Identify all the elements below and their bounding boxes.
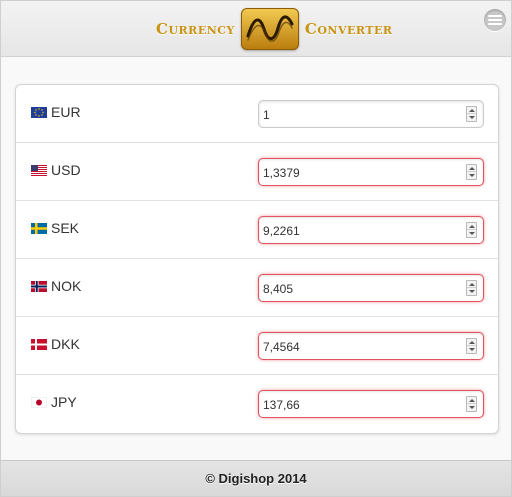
currency-code: USD — [51, 162, 81, 178]
currency-code: JPY — [51, 394, 77, 410]
stepper-down-icon[interactable] — [467, 404, 476, 411]
us-flag-icon — [31, 164, 47, 176]
stepper-down-icon[interactable] — [467, 230, 476, 237]
amount-field-container — [258, 158, 484, 186]
currency-list: EUR USD — [15, 84, 499, 434]
wave-logo-icon — [240, 8, 299, 50]
stepper-down-icon[interactable] — [467, 346, 476, 353]
currency-row-nok: NOK — [16, 259, 498, 317]
jp-flag-icon — [31, 396, 47, 408]
currency-row-jpy: JPY — [16, 375, 498, 433]
number-stepper[interactable] — [466, 106, 477, 122]
menu-button[interactable] — [484, 9, 506, 31]
nok-amount-input[interactable] — [263, 281, 453, 297]
currency-code: EUR — [51, 104, 81, 120]
header-bar: Currency Converter — [1, 1, 511, 57]
stepper-up-icon[interactable] — [467, 107, 476, 114]
se-flag-icon — [31, 222, 47, 234]
currency-code: SEK — [51, 220, 80, 236]
eur-amount-input[interactable] — [263, 107, 453, 123]
logo-text-right: Converter — [304, 20, 393, 38]
stepper-up-icon[interactable] — [467, 165, 476, 172]
currency-row-eur: EUR — [16, 85, 498, 143]
app-logo: Currency Converter — [156, 8, 393, 50]
dk-flag-icon — [31, 338, 47, 350]
stepper-down-icon[interactable] — [467, 172, 476, 179]
currency-row-usd: USD — [16, 143, 498, 201]
stepper-up-icon[interactable] — [467, 397, 476, 404]
stepper-down-icon[interactable] — [467, 288, 476, 295]
currency-code: DKK — [51, 336, 80, 352]
currency-row-sek: SEK — [16, 201, 498, 259]
number-stepper[interactable] — [466, 280, 477, 296]
footer-bar: © Digishop 2014 — [1, 460, 511, 496]
logo-text-left: Currency — [156, 20, 235, 38]
amount-field-container — [258, 332, 484, 360]
number-stepper[interactable] — [466, 396, 477, 412]
number-stepper[interactable] — [466, 222, 477, 238]
jpy-amount-input[interactable] — [263, 397, 453, 413]
stepper-up-icon[interactable] — [467, 339, 476, 346]
dkk-amount-input[interactable] — [263, 339, 453, 355]
currency-row-dkk: DKK — [16, 317, 498, 375]
stepper-up-icon[interactable] — [467, 281, 476, 288]
stepper-down-icon[interactable] — [467, 114, 476, 121]
copyright-text: © Digishop 2014 — [205, 471, 307, 486]
currency-code: NOK — [51, 278, 82, 294]
eu-flag-icon — [31, 106, 47, 118]
amount-field-container — [258, 216, 484, 244]
number-stepper[interactable] — [466, 338, 477, 354]
amount-field-container — [258, 100, 484, 128]
number-stepper[interactable] — [466, 164, 477, 180]
amount-field-container — [258, 390, 484, 418]
hamburger-icon — [488, 15, 502, 25]
no-flag-icon — [31, 280, 47, 292]
stepper-up-icon[interactable] — [467, 223, 476, 230]
sek-amount-input[interactable] — [263, 223, 453, 239]
usd-amount-input[interactable] — [263, 165, 453, 181]
amount-field-container — [258, 274, 484, 302]
